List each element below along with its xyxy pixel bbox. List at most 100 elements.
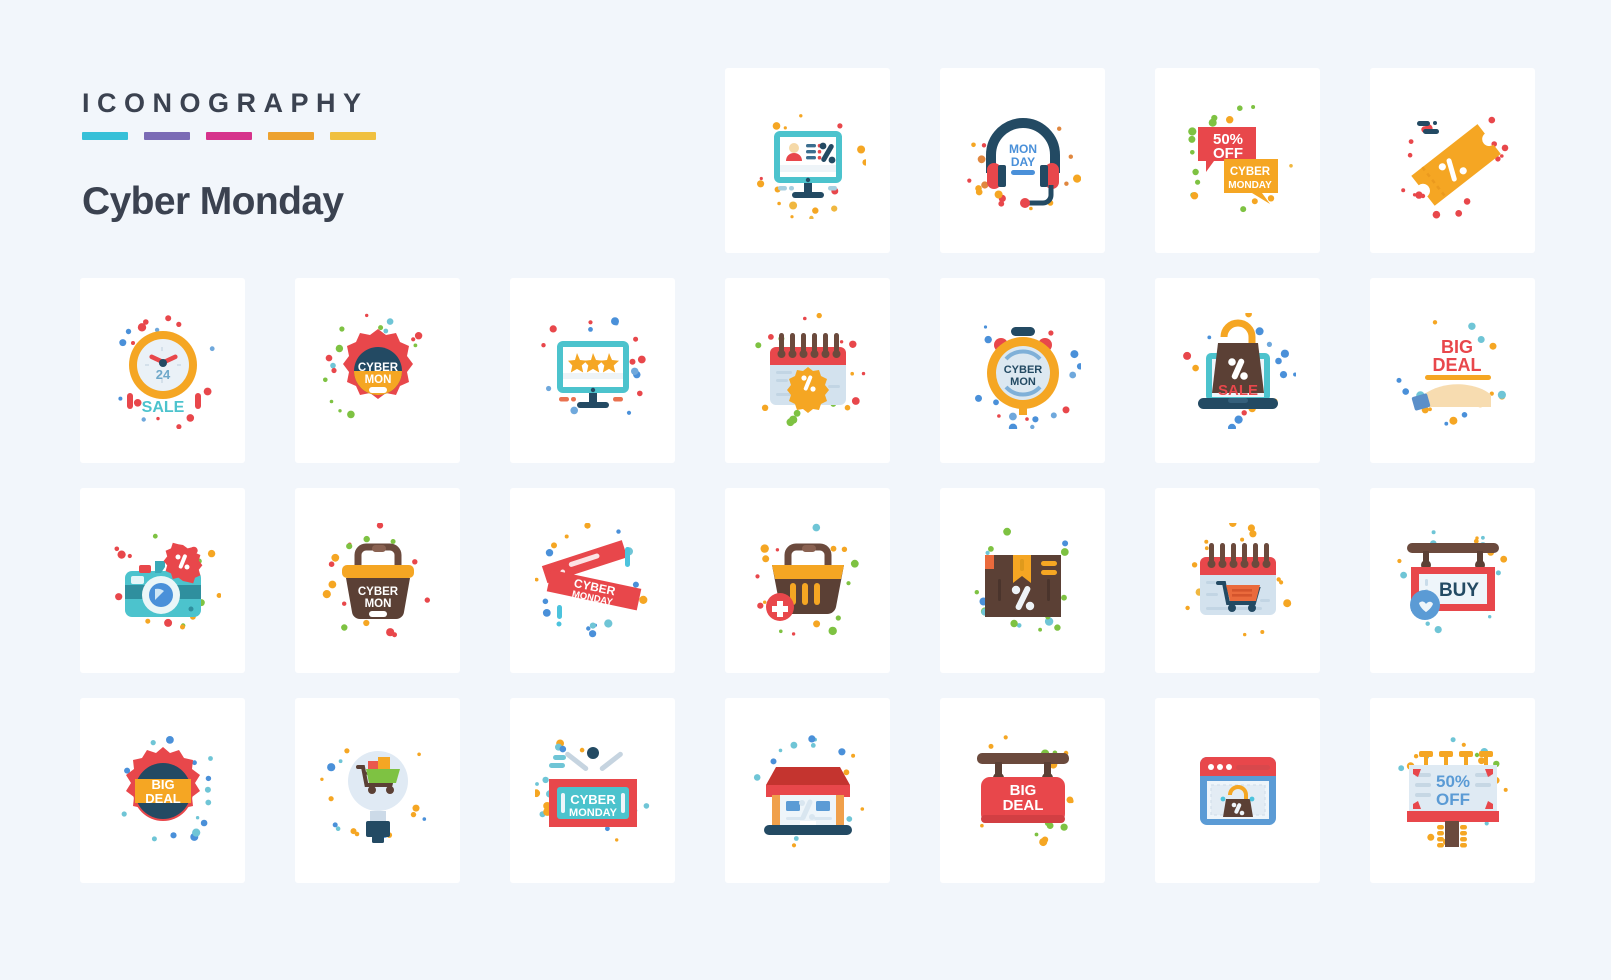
svg-text:50%: 50% [1435, 772, 1469, 791]
icon-card-calendar-discount[interactable] [725, 278, 890, 463]
grid-cell [80, 68, 245, 253]
grid-cell: CYBER MONDAY [510, 488, 675, 673]
svg-text:MONDAY: MONDAY [1228, 180, 1272, 191]
svg-text:MONDAY: MONDAY [569, 807, 618, 819]
grid-cell: CYBER MON [940, 278, 1105, 463]
icon-card-big-deal-hanging-sign[interactable]: BIG DEAL [940, 698, 1105, 883]
grid-cell: SALE [1155, 278, 1320, 463]
discount-package-box-icon [965, 523, 1081, 639]
svg-text:MON: MON [364, 598, 391, 610]
icon-card-online-shop-browser[interactable] [1155, 698, 1320, 883]
svg-text:DEAL: DEAL [145, 791, 180, 806]
svg-text:CYBER: CYBER [357, 586, 398, 598]
svg-text:BIG: BIG [151, 777, 174, 792]
online-shop-browser-icon [1180, 733, 1296, 849]
big-deal-hanging-sign-icon: BIG DEAL [965, 733, 1081, 849]
grid-cell [1370, 68, 1535, 253]
big-deal-rosette-icon: BIG DEAL [105, 733, 221, 849]
icon-card-cyber-monday-hanging-board[interactable]: CYBER MONDAY [510, 698, 675, 883]
svg-text:DAY: DAY [1010, 155, 1034, 169]
grid-cell [80, 488, 245, 673]
icon-card-monitor-discount[interactable] [725, 68, 890, 253]
grid-cell [510, 278, 675, 463]
svg-text:CYBER: CYBER [357, 362, 398, 374]
cyber-mon-basket-icon: CYBER MON [320, 522, 436, 639]
grid-cell [725, 278, 890, 463]
24-hour-sale-clock-icon: 24 SALE [105, 313, 221, 429]
grid-cell: 50% OFF CYBER MONDAY [1155, 68, 1320, 253]
svg-text:SALE: SALE [1217, 382, 1257, 399]
svg-text:BIG: BIG [1440, 337, 1472, 357]
icon-card-monitor-rating-stars[interactable] [510, 278, 675, 463]
discount-coupon-ticket-icon [1395, 103, 1511, 219]
icon-card-shopping-idea-bulb[interactable] [295, 698, 460, 883]
icon-card-laptop-sale-bag[interactable]: SALE [1155, 278, 1320, 463]
grid-cell [725, 698, 890, 883]
grid-cell [940, 488, 1105, 673]
cyber-monday-hanging-board-icon: CYBER MONDAY [534, 733, 651, 849]
laptop-sale-bag-icon: SALE [1180, 312, 1296, 429]
icon-card-cyber-mon-badge[interactable]: CYBER MON [295, 278, 460, 463]
grid-cell [295, 68, 460, 253]
big-deal-hand-icon: BIG DEAL [1395, 313, 1511, 429]
grid-cell: CYBER MON [295, 488, 460, 673]
icon-card-discount-shop-store[interactable] [725, 698, 890, 883]
empty-slot [295, 68, 460, 253]
buy-hanging-sign-icon: BUY [1395, 523, 1511, 639]
grid-cell: CYBER MONDAY [510, 698, 675, 883]
add-to-basket-icon [750, 523, 866, 639]
grid-cell: CYBER MON [295, 278, 460, 463]
svg-text:SALE: SALE [141, 399, 184, 416]
svg-text:CYBER: CYBER [1229, 166, 1270, 178]
icon-card-buy-hanging-sign[interactable]: BUY [1370, 488, 1535, 673]
icon-card-24-hour-sale-clock[interactable]: 24 SALE [80, 278, 245, 463]
chat-bubbles-offer-icon: 50% OFF CYBER MONDAY [1180, 103, 1296, 219]
icon-card-discount-coupon-ticket[interactable] [1370, 68, 1535, 253]
grid-cell: BUY [1370, 488, 1535, 673]
grid-cell: BIG DEAL [940, 698, 1105, 883]
cyber-mon-badge-icon: CYBER MON [320, 313, 436, 429]
svg-text:24: 24 [155, 367, 170, 382]
empty-slot [510, 68, 675, 253]
grid-cell [510, 68, 675, 253]
grid-cell: BIG DEAL [1370, 278, 1535, 463]
grid-cell: MON DAY [940, 68, 1105, 253]
grid-cell [1155, 698, 1320, 883]
icon-card-big-deal-hand[interactable]: BIG DEAL [1370, 278, 1535, 463]
icon-card-cyber-monday-tickets[interactable]: CYBER MONDAY [510, 488, 675, 673]
icon-pack-page: ICONOGRAPHY Cyber Monday MON DAY 50% OFF… [0, 0, 1611, 980]
icon-card-camera-discount[interactable] [80, 488, 245, 673]
grid-cell: 50% OFF [1370, 698, 1535, 883]
grid-cell [725, 68, 890, 253]
svg-text:DEAL: DEAL [1002, 797, 1043, 814]
svg-text:MON: MON [364, 374, 391, 386]
icon-card-add-to-basket[interactable] [725, 488, 890, 673]
shopping-idea-bulb-icon [319, 733, 436, 849]
monitor-discount-icon [750, 103, 866, 219]
calendar-discount-icon [750, 312, 866, 429]
svg-text:OFF: OFF [1436, 790, 1470, 809]
camera-discount-icon [105, 523, 221, 639]
discount-shop-store-icon [750, 733, 866, 849]
svg-text:CYBER: CYBER [1003, 364, 1042, 376]
svg-text:BUY: BUY [1438, 580, 1478, 601]
icon-card-big-deal-rosette[interactable]: BIG DEAL [80, 698, 245, 883]
icon-card-monday-headphones[interactable]: MON DAY [940, 68, 1105, 253]
icon-card-chat-bubbles-offer[interactable]: 50% OFF CYBER MONDAY [1155, 68, 1320, 253]
icon-card-cyber-mon-stopwatch[interactable]: CYBER MON [940, 278, 1105, 463]
icon-card-50-percent-off-billboard[interactable]: 50% OFF [1370, 698, 1535, 883]
svg-text:MON: MON [1010, 376, 1036, 388]
svg-text:CYBER: CYBER [570, 792, 616, 807]
empty-slot [80, 68, 245, 253]
grid-cell [295, 698, 460, 883]
50-percent-off-billboard-icon: 50% OFF [1395, 733, 1511, 849]
icon-card-cyber-mon-basket[interactable]: CYBER MON [295, 488, 460, 673]
icon-grid: MON DAY 50% OFF CYBER MONDAY 24 SALE CYB… [80, 68, 1535, 898]
monitor-rating-stars-icon [535, 313, 651, 429]
monday-headphones-icon: MON DAY [965, 103, 1081, 219]
grid-cell: 24 SALE [80, 278, 245, 463]
icon-card-discount-package-box[interactable] [940, 488, 1105, 673]
grid-cell [725, 488, 890, 673]
grid-cell [1155, 488, 1320, 673]
icon-card-calendar-shopping-cart[interactable] [1155, 488, 1320, 673]
